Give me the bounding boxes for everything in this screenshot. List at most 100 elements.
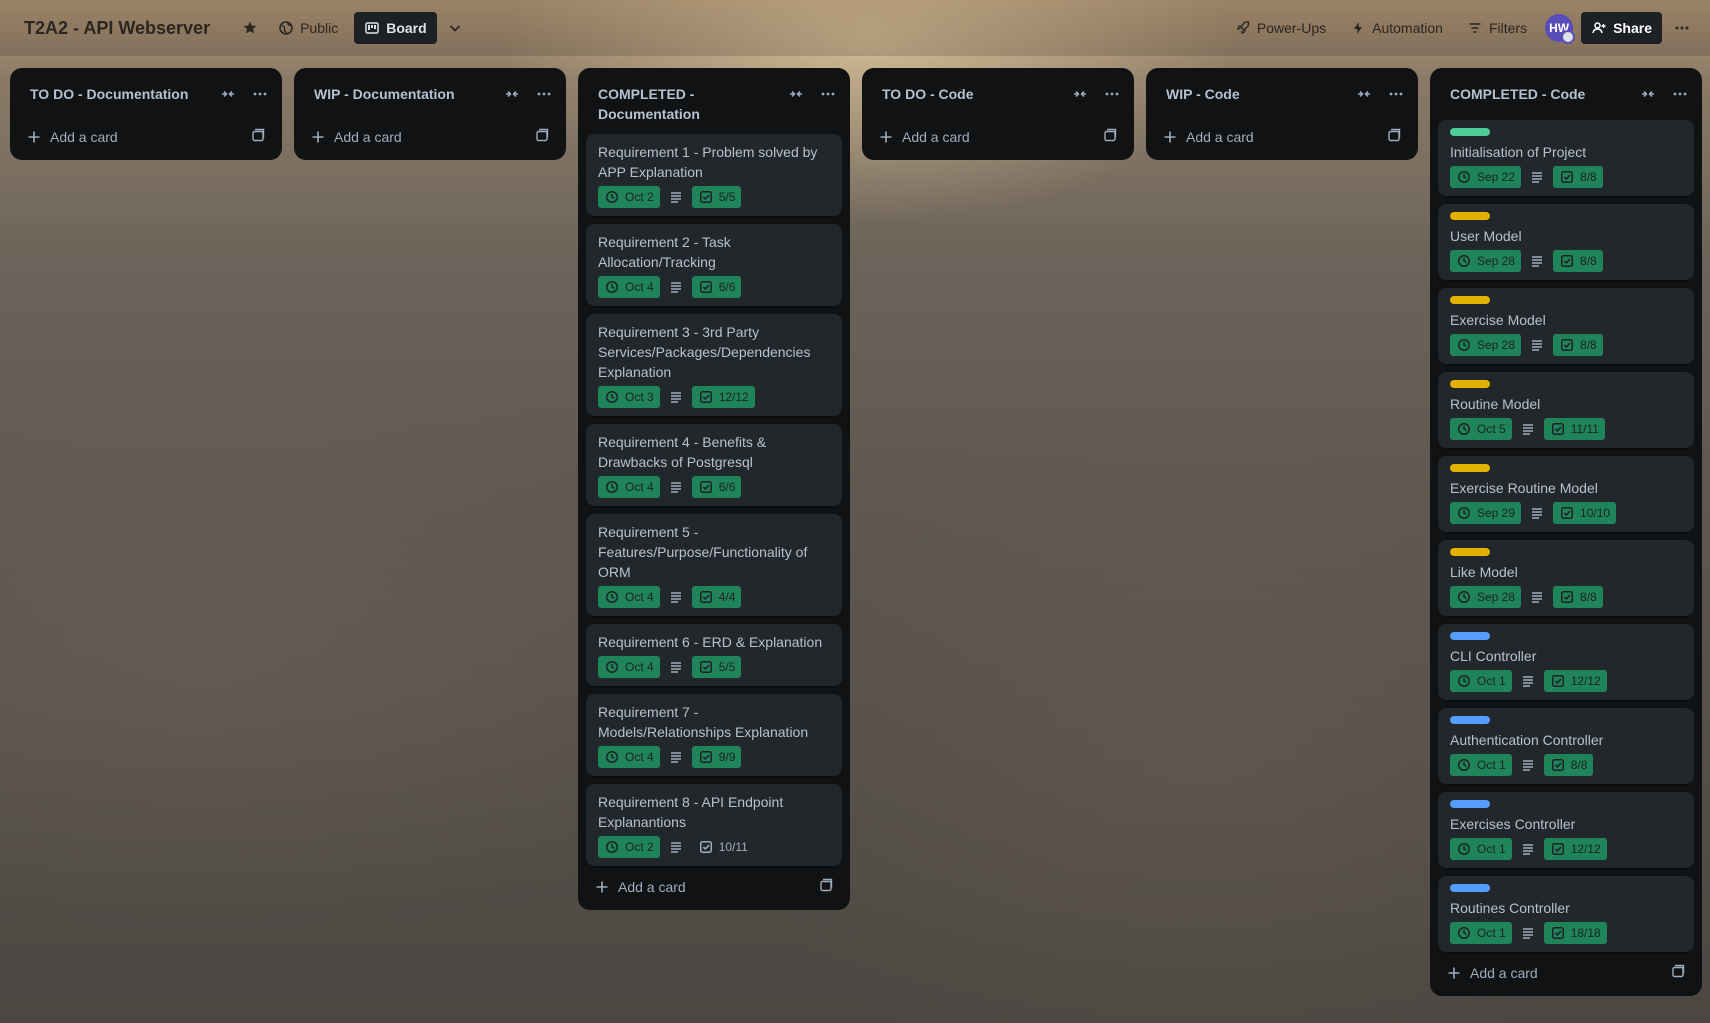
due-date-badge[interactable]: Sep 28 xyxy=(1450,250,1522,272)
list-title[interactable]: WIP - Code xyxy=(1166,82,1350,104)
card[interactable]: Exercises Controller Oct 1 12/12 xyxy=(1438,792,1694,868)
list-title[interactable]: TO DO - Documentation xyxy=(30,82,214,104)
card[interactable]: Like Model Sep 28 8/8 xyxy=(1438,540,1694,616)
due-date-badge[interactable]: Oct 3 xyxy=(598,386,660,408)
collapse-list-button[interactable] xyxy=(1066,82,1094,110)
card[interactable]: Requirement 6 - ERD & Explanation Oct 4 5/… xyxy=(586,624,842,686)
card[interactable]: Requirement 3 - 3rd Party Services/Packa… xyxy=(586,314,842,416)
list-menu-button[interactable] xyxy=(814,82,842,110)
card-title: Requirement 8 - API Endpoint Explanantio… xyxy=(598,794,784,830)
add-card-button[interactable]: Add a card xyxy=(1446,965,1664,981)
list-actions xyxy=(214,82,274,110)
board-canvas: TO DO - Documentation Add a card WIP - Doc… xyxy=(10,68,1702,996)
avatar[interactable]: HW xyxy=(1545,14,1576,44)
due-date-badge[interactable]: Oct 4 xyxy=(598,276,660,298)
powerups-button[interactable]: Power-Ups xyxy=(1225,12,1336,44)
collapse-list-button[interactable] xyxy=(782,82,810,110)
create-from-template-button[interactable] xyxy=(528,123,556,151)
card-label[interactable] xyxy=(1450,716,1490,724)
views-dropdown-button[interactable] xyxy=(437,12,473,44)
description-icon xyxy=(1529,589,1545,605)
card[interactable]: Initialisation of Project Sep 22 8/8 xyxy=(1438,120,1694,196)
due-date-badge[interactable]: Oct 1 xyxy=(1450,838,1512,860)
visibility-button[interactable]: Public xyxy=(268,12,348,44)
card[interactable]: Routine Model Oct 5 11/11 xyxy=(1438,372,1694,448)
create-from-template-button[interactable] xyxy=(1380,123,1408,151)
collapse-list-button[interactable] xyxy=(214,82,242,110)
card[interactable]: User Model Sep 28 8/8 xyxy=(1438,204,1694,280)
card[interactable]: Exercise Routine Model Sep 29 10/10 xyxy=(1438,456,1694,532)
list-title[interactable]: WIP - Documentation xyxy=(314,82,498,104)
add-card-button[interactable]: Add a card xyxy=(26,129,244,145)
add-card-label: Add a card xyxy=(50,129,118,145)
due-date-badge[interactable]: Oct 1 xyxy=(1450,922,1512,944)
due-date-badge[interactable]: Oct 1 xyxy=(1450,670,1512,692)
card-badges: Oct 1 18/18 xyxy=(1450,922,1682,944)
due-date-badge[interactable]: Oct 5 xyxy=(1450,418,1512,440)
list-menu-button[interactable] xyxy=(530,82,558,110)
due-date-badge[interactable]: Oct 4 xyxy=(598,746,660,768)
template-icon xyxy=(250,127,266,148)
list-title[interactable]: COMPLETED - Code xyxy=(1450,82,1634,104)
automation-button[interactable]: Automation xyxy=(1340,12,1453,44)
due-date-badge[interactable]: Oct 4 xyxy=(598,476,660,498)
card[interactable]: Requirement 2 - Task Allocation/Tracking… xyxy=(586,224,842,306)
create-from-template-button[interactable] xyxy=(1096,123,1124,151)
card[interactable]: Requirement 1 - Problem solved by APP Ex… xyxy=(586,134,842,216)
header-actions: Power-Ups Automation Filters HW Share xyxy=(1225,12,1698,44)
card-label[interactable] xyxy=(1450,548,1490,556)
due-date-badge[interactable]: Sep 22 xyxy=(1450,166,1522,188)
due-date-text: Oct 1 xyxy=(1477,758,1506,772)
star-button[interactable] xyxy=(232,12,268,44)
card-label[interactable] xyxy=(1450,128,1490,136)
collapse-icon xyxy=(1072,86,1088,107)
card-label[interactable] xyxy=(1450,296,1490,304)
board-menu-button[interactable] xyxy=(1666,12,1698,44)
due-date-badge[interactable]: Sep 28 xyxy=(1450,334,1522,356)
filters-button[interactable]: Filters xyxy=(1457,12,1537,44)
card[interactable]: Exercise Model Sep 28 8/8 xyxy=(1438,288,1694,364)
card[interactable]: Requirement 4 - Benefits & Drawbacks of … xyxy=(586,424,842,506)
add-card-row: Add a card xyxy=(1430,956,1702,988)
collapse-list-button[interactable] xyxy=(1350,82,1378,110)
card-label[interactable] xyxy=(1450,884,1490,892)
checklist-badge: 5/5 xyxy=(691,656,742,678)
share-button[interactable]: Share xyxy=(1581,12,1662,44)
due-date-badge[interactable]: Oct 2 xyxy=(598,836,660,858)
add-card-button[interactable]: Add a card xyxy=(878,129,1096,145)
add-card-button[interactable]: Add a card xyxy=(594,879,812,895)
card-badges: Oct 4 6/6 xyxy=(598,276,830,298)
card-label[interactable] xyxy=(1450,380,1490,388)
card[interactable]: Requirement 8 - API Endpoint Explanantio… xyxy=(586,784,842,866)
card-label[interactable] xyxy=(1450,212,1490,220)
board-title[interactable]: T2A2 - API Webserver xyxy=(24,18,210,39)
create-from-template-button[interactable] xyxy=(244,123,272,151)
card-label[interactable] xyxy=(1450,632,1490,640)
collapse-list-button[interactable] xyxy=(498,82,526,110)
collapse-list-button[interactable] xyxy=(1634,82,1662,110)
create-from-template-button[interactable] xyxy=(812,873,840,901)
due-date-badge[interactable]: Oct 4 xyxy=(598,586,660,608)
card[interactable]: Requirement 5 - Features/Purpose/Functio… xyxy=(586,514,842,616)
card[interactable]: Authentication Controller Oct 1 8/8 xyxy=(1438,708,1694,784)
due-date-badge[interactable]: Sep 28 xyxy=(1450,586,1522,608)
create-from-template-button[interactable] xyxy=(1664,959,1692,987)
due-date-badge[interactable]: Sep 29 xyxy=(1450,502,1522,524)
add-card-button[interactable]: Add a card xyxy=(310,129,528,145)
card-label[interactable] xyxy=(1450,800,1490,808)
list-menu-button[interactable] xyxy=(1098,82,1126,110)
board-view-button[interactable]: Board xyxy=(354,12,437,44)
list-menu-button[interactable] xyxy=(1382,82,1410,110)
list-title[interactable]: TO DO - Code xyxy=(882,82,1066,104)
add-card-button[interactable]: Add a card xyxy=(1162,129,1380,145)
due-date-badge[interactable]: Oct 2 xyxy=(598,186,660,208)
due-date-badge[interactable]: Oct 4 xyxy=(598,656,660,678)
card[interactable]: Requirement 7 - Models/Relationships Exp… xyxy=(586,694,842,776)
list-title[interactable]: COMPLETED - Documentation xyxy=(598,82,782,124)
list-menu-button[interactable] xyxy=(1666,82,1694,110)
card[interactable]: Routines Controller Oct 1 18/18 xyxy=(1438,876,1694,952)
card-label[interactable] xyxy=(1450,464,1490,472)
card[interactable]: CLI Controller Oct 1 12/12 xyxy=(1438,624,1694,700)
due-date-badge[interactable]: Oct 1 xyxy=(1450,754,1512,776)
list-menu-button[interactable] xyxy=(246,82,274,110)
